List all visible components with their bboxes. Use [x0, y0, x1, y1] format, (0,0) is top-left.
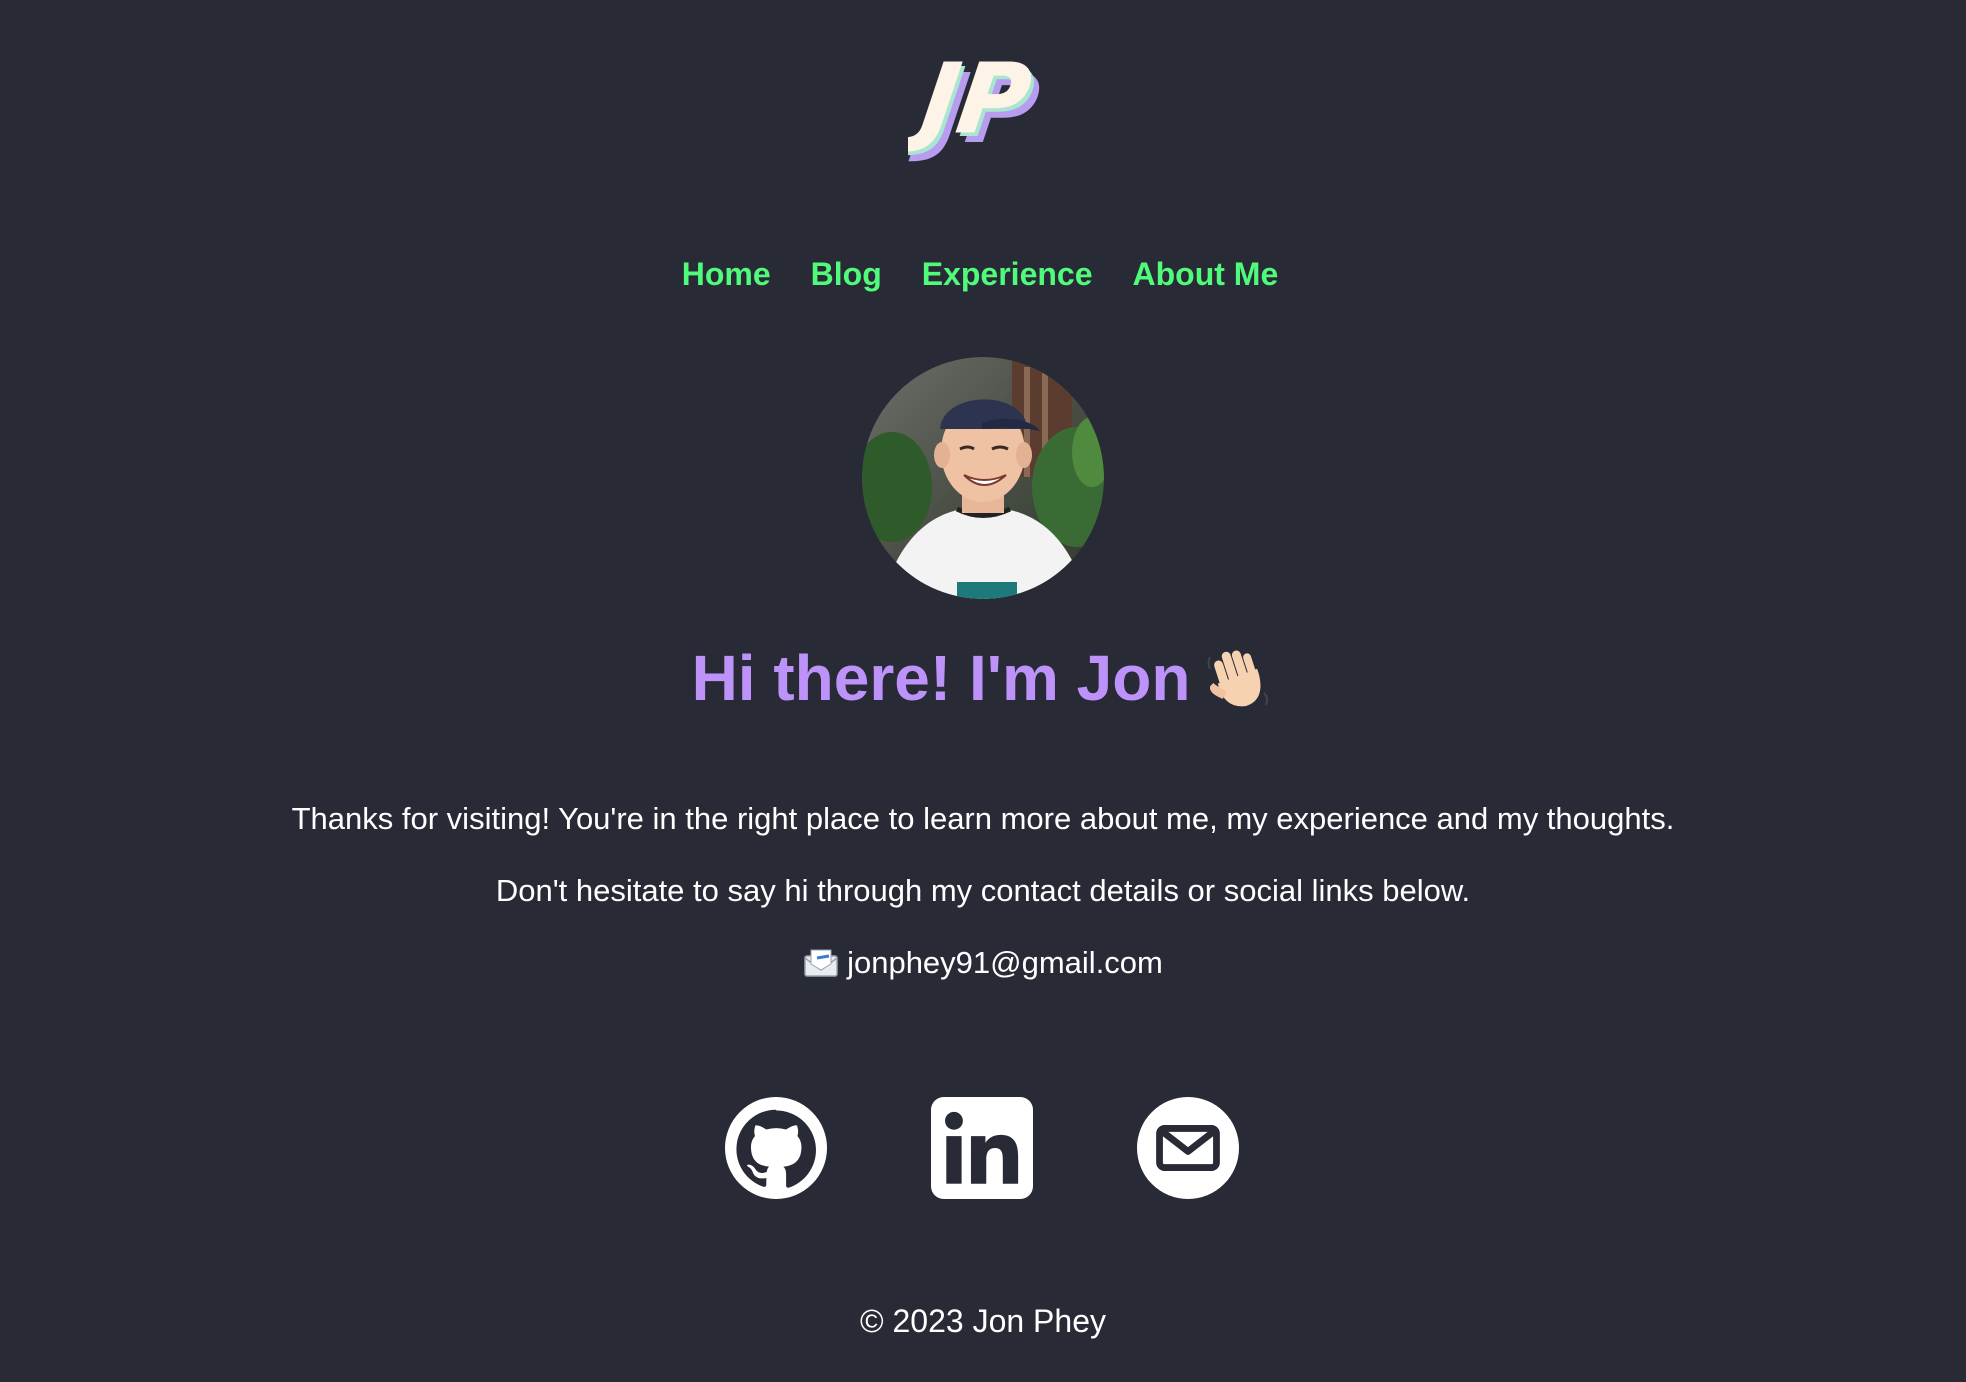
envelope-icon [804, 949, 838, 977]
headline-text: Hi there! I'm Jon [691, 642, 1191, 714]
intro-line-2: Don't hesitate to say hi through my cont… [495, 873, 1471, 908]
nav-link-experience[interactable]: Experience [922, 256, 1093, 293]
linkedin-icon[interactable] [931, 1097, 1033, 1199]
nav-link-blog[interactable]: Blog [811, 256, 882, 293]
nav-link-home[interactable]: Home [682, 256, 771, 293]
nav-link-about-me[interactable]: About Me [1133, 256, 1279, 293]
footer-copyright: © 2023 Jon Phey [860, 1303, 1106, 1339]
github-icon[interactable] [725, 1097, 827, 1199]
email-address[interactable]: jonphey91@gmail.com [847, 927, 1163, 999]
intro-line-1: Thanks for visiting! You're in the right… [291, 801, 1675, 836]
site-logo[interactable]: JP JP JP [908, 50, 1058, 170]
page-title: Hi there! I'm Jon [692, 641, 1275, 715]
page: JP JP JP Home Blog Experience About Me H… [0, 0, 1966, 1382]
social-links [725, 1097, 1239, 1199]
mail-icon[interactable] [1137, 1097, 1239, 1199]
svg-text:JP: JP [908, 50, 1037, 155]
intro-section: Thanks for visiting! You're in the right… [292, 783, 1675, 999]
main-nav: Home Blog Experience About Me [682, 256, 1279, 293]
waving-hand-icon [1207, 650, 1269, 707]
email-line: jonphey91@gmail.com [292, 927, 1675, 999]
profile-avatar [862, 357, 1104, 599]
